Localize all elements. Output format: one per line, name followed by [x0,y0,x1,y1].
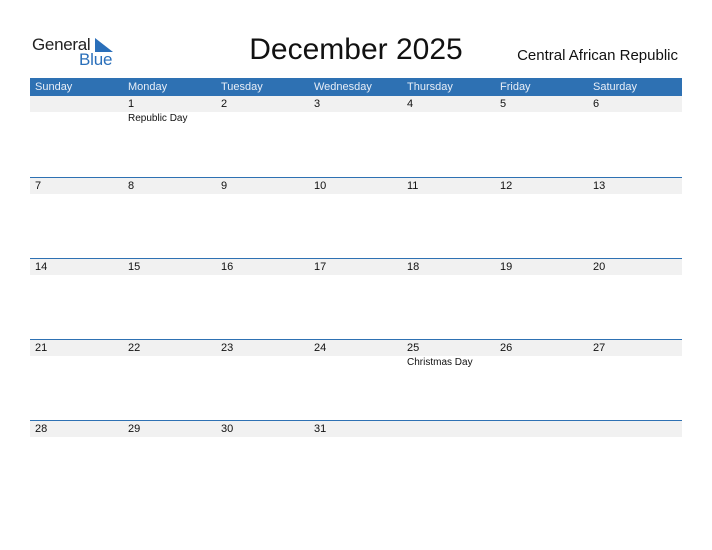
day-number: 9 [221,180,228,192]
weekday-header: Sunday Monday Tuesday Wednesday Thursday… [30,78,682,96]
day-cell: 13 [588,178,682,258]
day-cell: 14 [30,259,123,339]
day-number: 4 [407,98,414,110]
day-cell: 22 [123,340,216,420]
day-number: 10 [314,180,327,192]
day-cell: 23 [216,340,309,420]
holiday-label: Republic Day [128,113,188,124]
day-cell: 9 [216,178,309,258]
day-cell: 1 Republic Day [123,96,216,177]
day-cell [588,421,682,501]
day-cell: 19 [495,259,588,339]
day-cell: 30 [216,421,309,501]
day-cell: 2 [216,96,309,177]
day-cell [495,421,588,501]
day-cell: 29 [123,421,216,501]
day-number: 26 [500,342,513,354]
day-cell: 25 Christmas Day [402,340,495,420]
day-cell: 12 [495,178,588,258]
day-number: 14 [35,261,48,273]
day-number: 1 [128,98,135,110]
day-number: 5 [500,98,507,110]
day-number: 17 [314,261,327,273]
day-number: 16 [221,261,234,273]
day-number: 28 [35,423,48,435]
country-name: Central African Republic [517,47,678,64]
day-number: 20 [593,261,606,273]
day-number: 24 [314,342,327,354]
weekday-monday: Monday [128,81,168,93]
day-cell: 24 [309,340,402,420]
day-cell [402,421,495,501]
weekday-tuesday: Tuesday [221,81,263,93]
week-cells: 14 15 16 17 18 19 20 [30,259,682,339]
week-row: 21 22 23 24 25 Christmas Day 26 27 [30,339,682,420]
day-number [593,421,682,437]
day-number: 21 [35,342,48,354]
day-cell: 27 [588,340,682,420]
weekday-saturday: Saturday [593,81,638,93]
day-cell: 15 [123,259,216,339]
day-cell: 18 [402,259,495,339]
day-number: 23 [221,342,234,354]
day-number: 27 [593,342,606,354]
day-number: 22 [128,342,141,354]
weekday-thursday: Thursday [407,81,453,93]
day-cell: 8 [123,178,216,258]
week-cells: 28 29 30 31 [30,421,682,501]
day-cell: 6 [588,96,682,177]
day-number: 29 [128,423,141,435]
day-number: 31 [314,423,327,435]
day-cell: 28 [30,421,123,501]
day-number: 15 [128,261,141,273]
day-cell: 10 [309,178,402,258]
day-cell: 11 [402,178,495,258]
weekday-wednesday: Wednesday [314,81,372,93]
day-number: 3 [314,98,321,110]
day-number: 13 [593,180,606,192]
day-cell: 31 [309,421,402,501]
day-number: 6 [593,98,600,110]
weekday-friday: Friday [500,81,531,93]
day-number: 12 [500,180,513,192]
week-row: 7 8 9 10 11 12 13 [30,177,682,258]
day-number: 25 [407,342,420,354]
calendar-grid: Sunday Monday Tuesday Wednesday Thursday… [30,78,682,501]
day-cell: 17 [309,259,402,339]
day-cell: 3 [309,96,402,177]
day-number: 7 [35,180,42,192]
holiday-label: Christmas Day [407,357,473,368]
day-number: 8 [128,180,135,192]
day-number: 19 [500,261,513,273]
day-cell: 20 [588,259,682,339]
day-cell [30,96,123,177]
day-cell: 7 [30,178,123,258]
day-cell: 16 [216,259,309,339]
weeks-container: 1 Republic Day 2 3 4 5 6 7 8 9 10 11 12 13 14 15 16 17 18 1… [30,96,682,501]
day-cell: 26 [495,340,588,420]
week-cells: 21 22 23 24 25 Christmas Day 26 27 [30,340,682,420]
day-number: 30 [221,423,234,435]
day-number: 18 [407,261,420,273]
week-cells: 7 8 9 10 11 12 13 [30,178,682,258]
week-row: 1 Republic Day 2 3 4 5 6 [30,96,682,177]
week-row: 28 29 30 31 [30,420,682,501]
day-cell: 21 [30,340,123,420]
day-number [407,421,495,437]
day-number [35,96,123,112]
week-row: 14 15 16 17 18 19 20 [30,258,682,339]
day-number [500,421,588,437]
day-cell: 5 [495,96,588,177]
day-cell: 4 [402,96,495,177]
weekday-sunday: Sunday [35,81,73,93]
day-number: 11 [407,180,419,192]
day-number: 2 [221,98,228,110]
week-cells: 1 Republic Day 2 3 4 5 6 [30,96,682,177]
